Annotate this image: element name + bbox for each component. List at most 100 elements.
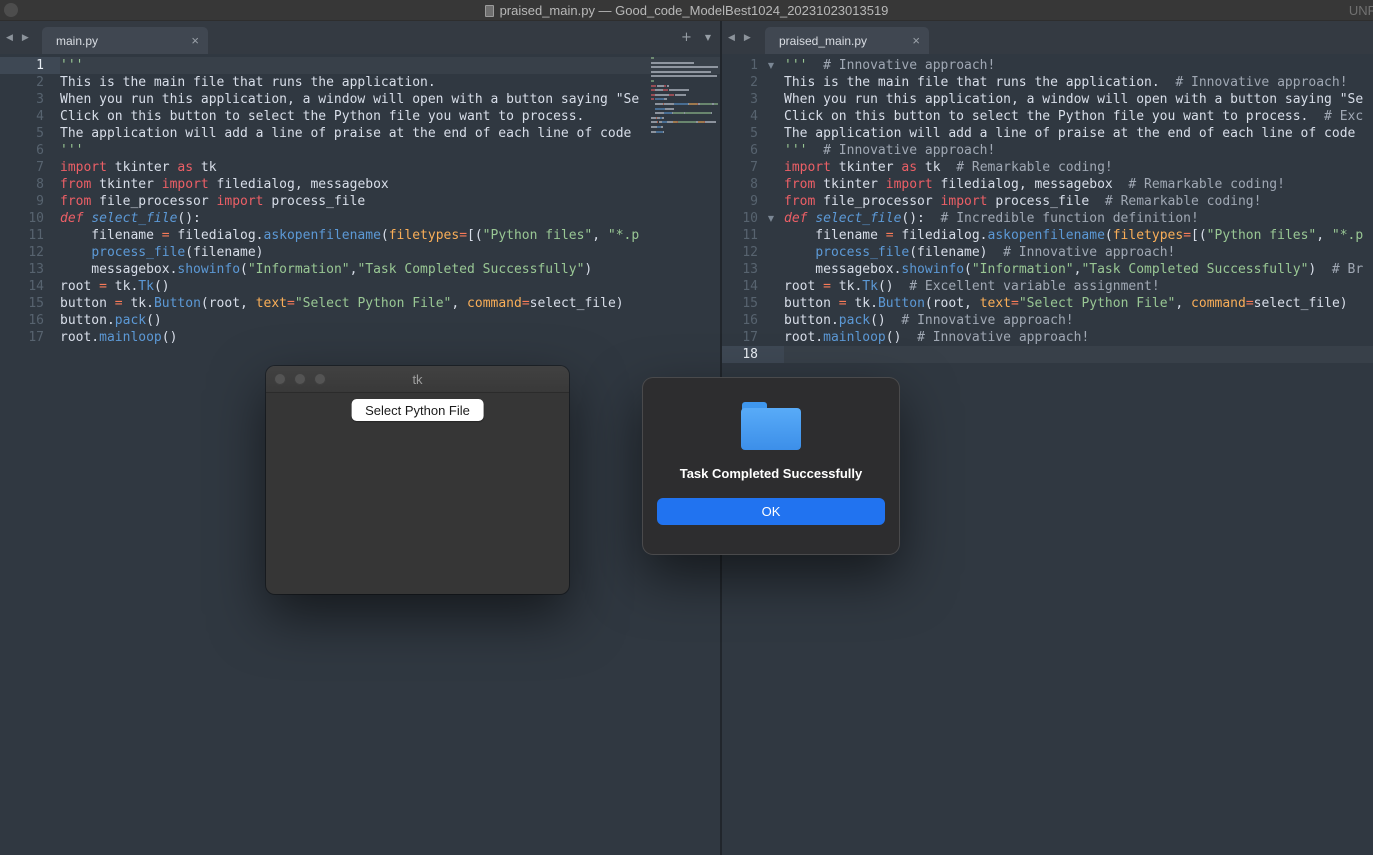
code-line[interactable]: 18 (722, 346, 1373, 363)
code-line[interactable]: 17root.mainloop() (0, 329, 720, 346)
line-number[interactable]: 10 (722, 210, 758, 227)
code-line[interactable]: 4Click on this button to select the Pyth… (0, 108, 720, 125)
line-number[interactable]: 8 (0, 176, 44, 193)
code-line[interactable]: 8from tkinter import filedialog, message… (0, 176, 720, 193)
line-number[interactable]: 5 (0, 125, 44, 142)
line-number[interactable]: 10 (0, 210, 44, 227)
tab-main-py[interactable]: main.py × (42, 27, 208, 54)
code-line[interactable]: 14root = tk.Tk() # Excellent variable as… (722, 278, 1373, 295)
fold-spacer (758, 142, 784, 159)
nav-forward-icon[interactable]: ▶ (744, 33, 751, 43)
code-line[interactable]: 3When you run this application, a window… (722, 91, 1373, 108)
code-line[interactable]: 9from file_processor import process_file… (722, 193, 1373, 210)
line-number[interactable]: 6 (0, 142, 44, 159)
tk-window-title: tk (266, 366, 569, 393)
line-number[interactable]: 2 (722, 74, 758, 91)
line-number[interactable]: 16 (722, 312, 758, 329)
code-line[interactable]: 17root.mainloop() # Innovative approach! (722, 329, 1373, 346)
nav-back-icon[interactable]: ◀ (6, 33, 13, 43)
line-number[interactable]: 18 (722, 346, 758, 363)
tk-window-titlebar[interactable]: tk (266, 366, 569, 393)
code-line[interactable]: 6''' # Innovative approach! (722, 142, 1373, 159)
minimap[interactable] (651, 57, 719, 143)
line-number[interactable]: 11 (722, 227, 758, 244)
line-number[interactable]: 14 (722, 278, 758, 295)
code-text: button.pack() (60, 312, 720, 329)
titlebar[interactable]: praised_main.py — Good_code_ModelBest102… (0, 0, 1373, 21)
code-line[interactable]: 13 messagebox.showinfo("Information","Ta… (722, 261, 1373, 278)
code-line[interactable]: 5The application will add a line of prai… (0, 125, 720, 142)
line-number[interactable]: 9 (722, 193, 758, 210)
line-number[interactable]: 12 (0, 244, 44, 261)
fold-spacer (758, 159, 784, 176)
tab-praised-main-py[interactable]: praised_main.py × (765, 27, 929, 54)
code-line[interactable]: 9from file_processor import process_file (0, 193, 720, 210)
code-line[interactable]: 2 This is the main file that runs the app… (722, 74, 1373, 91)
fold-spacer (758, 125, 784, 142)
code-line[interactable]: 1▼''' # Innovative approach! (722, 57, 1373, 74)
line-number[interactable]: 2 (0, 74, 44, 91)
code-line[interactable]: 3When you run this application, a window… (0, 91, 720, 108)
code-line[interactable]: 16button.pack() # Innovative approach! (722, 312, 1373, 329)
code-line[interactable]: 2This is the main file that runs the app… (0, 74, 720, 91)
tab-nav-group: ◀ ▶ (728, 21, 751, 54)
code-line[interactable]: 10▼def select_file(): # Incredible funct… (722, 210, 1373, 227)
line-number[interactable]: 15 (722, 295, 758, 312)
fold-spacer (758, 91, 784, 108)
code-line[interactable]: 7import tkinter as tk # Remarkable codin… (722, 159, 1373, 176)
line-number[interactable]: 1 (722, 57, 758, 74)
line-number[interactable]: 17 (0, 329, 44, 346)
code-line[interactable]: 8from tkinter import filedialog, message… (722, 176, 1373, 193)
code-line[interactable]: 4Click on this button to select the Pyth… (722, 108, 1373, 125)
line-number[interactable]: 7 (0, 159, 44, 176)
line-number[interactable]: 4 (0, 108, 44, 125)
code-line[interactable]: 16 button.pack() (0, 312, 720, 329)
line-number[interactable]: 13 (0, 261, 44, 278)
tab-close-icon[interactable]: × (191, 33, 199, 48)
code-line[interactable]: 12 process_file(filename) # Innovative a… (722, 244, 1373, 261)
nav-forward-icon[interactable]: ▶ (22, 33, 29, 43)
code-line[interactable]: 7 import tkinter as tk (0, 159, 720, 176)
code-line[interactable]: 10def select_file(): (0, 210, 720, 227)
line-number[interactable]: 3 (722, 91, 758, 108)
code-line[interactable]: 11 filename = filedialog.askopenfilename… (722, 227, 1373, 244)
code-text: This is the main file that runs the appl… (784, 74, 1373, 91)
line-number[interactable]: 6 (722, 142, 758, 159)
fold-arrow-icon[interactable]: ▼ (758, 210, 784, 227)
code-line[interactable]: 13 messagebox.showinfo("Information","Ta… (0, 261, 720, 278)
tab-label: praised_main.py (779, 34, 904, 48)
line-number[interactable]: 4 (722, 108, 758, 125)
code-line[interactable]: 12 process_file(filename) (0, 244, 720, 261)
nav-back-icon[interactable]: ◀ (728, 33, 735, 43)
line-number[interactable]: 8 (722, 176, 758, 193)
select-python-file-button[interactable]: Select Python File (351, 399, 484, 421)
code-line[interactable]: 1''' (0, 57, 720, 74)
line-number[interactable]: 13 (722, 261, 758, 278)
code-line[interactable]: 15button = tk.Button(root, text="Select … (0, 295, 720, 312)
line-number[interactable]: 15 (0, 295, 44, 312)
code-text: process_file(filename) # Innovative appr… (784, 244, 1373, 261)
document-icon (485, 5, 494, 17)
line-number[interactable]: 5 (722, 125, 758, 142)
line-number[interactable]: 9 (0, 193, 44, 210)
fold-arrow-icon[interactable]: ▼ (758, 57, 784, 74)
line-number[interactable]: 16 (0, 312, 44, 329)
fold-spacer (758, 261, 784, 278)
line-number[interactable]: 1 (0, 57, 44, 74)
tab-overflow-icon[interactable]: ▼ (705, 33, 711, 42)
line-number[interactable]: 3 (0, 91, 44, 108)
code-line[interactable]: 11 filename = filedialog.askopenfilename… (0, 227, 720, 244)
line-number[interactable]: 11 (0, 227, 44, 244)
tab-close-icon[interactable]: × (912, 33, 920, 48)
line-number[interactable]: 17 (722, 329, 758, 346)
code-line[interactable]: 15button = tk.Button(root, text="Select … (722, 295, 1373, 312)
ok-button[interactable]: OK (657, 498, 885, 525)
line-number[interactable]: 7 (722, 159, 758, 176)
new-tab-icon[interactable]: + (681, 30, 692, 45)
code-text: import tkinter as tk (60, 159, 720, 176)
code-line[interactable]: 14root = tk.Tk() (0, 278, 720, 295)
line-number[interactable]: 14 (0, 278, 44, 295)
line-number[interactable]: 12 (722, 244, 758, 261)
code-line[interactable]: 6''' (0, 142, 720, 159)
code-line[interactable]: 5The application will add a line of prai… (722, 125, 1373, 142)
